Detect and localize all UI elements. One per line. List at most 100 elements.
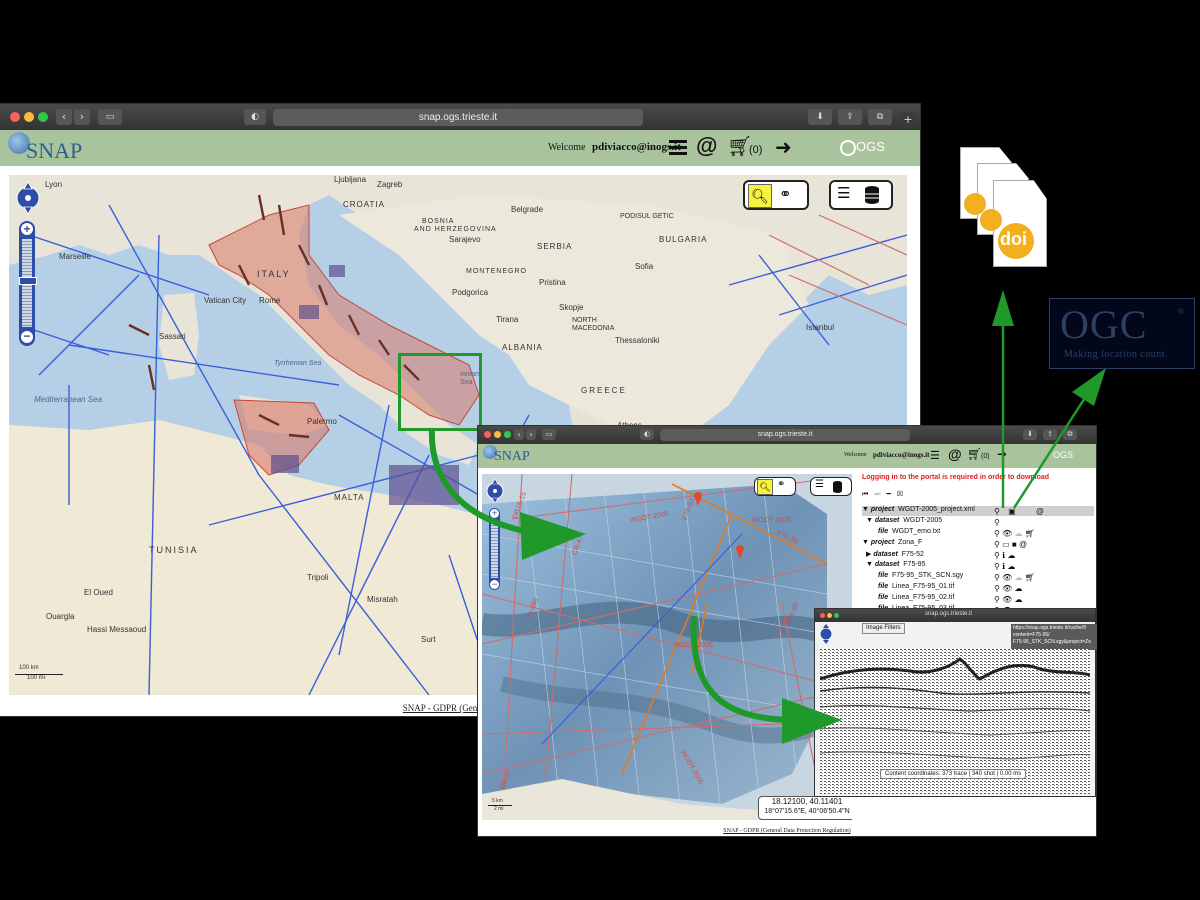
detail-forward-button[interactable]: ›	[526, 429, 536, 440]
sidebar-toggle-icon[interactable]: ▭	[98, 109, 122, 125]
detail-pan-control[interactable]	[486, 478, 504, 504]
view-icon[interactable]: 👁︎	[1002, 584, 1012, 593]
zoom-handle[interactable]	[19, 277, 37, 285]
new-tab-button[interactable]: +	[900, 112, 916, 128]
detail-zoom-slider[interactable]: + −	[489, 508, 500, 590]
locate-icon[interactable]: ⚲	[994, 529, 1000, 538]
detail-zoom-box-icon[interactable]: 🔍︎	[757, 479, 773, 495]
info-icon[interactable]: ℹ	[1002, 562, 1005, 571]
detail-database-icon[interactable]	[833, 480, 842, 493]
detail-logout-icon[interactable]: ➜	[997, 447, 1007, 461]
forward-button[interactable]: ›	[74, 109, 90, 125]
view-icon[interactable]: 👁︎	[1002, 529, 1012, 538]
detail-binoculars-icon[interactable]: ⚭	[777, 479, 785, 490]
minus-icon[interactable]: ━	[887, 491, 891, 498]
zoom-slider[interactable]: + −	[19, 221, 37, 346]
detail-tabs-icon[interactable]: ⧉	[1063, 429, 1077, 440]
detail-sidebar-icon[interactable]: ▭	[542, 429, 556, 440]
map-tools-group: 🔍︎ ⚭	[743, 180, 809, 210]
privacy-shield-icon[interactable]: ◐	[244, 109, 266, 125]
share-icon[interactable]: ⇪	[838, 109, 862, 125]
map-label-surt: Surt	[421, 635, 436, 644]
download-icon[interactable]: ⬇	[808, 109, 832, 125]
map-label-hassi: Hassi Messaoud	[87, 625, 147, 634]
detail-download-icon[interactable]: ⬇	[1023, 429, 1037, 440]
locate-icon[interactable]: ⚲	[994, 518, 1000, 527]
binoculars-icon[interactable]: ⚭	[779, 185, 792, 203]
database-icon[interactable]	[865, 186, 879, 204]
zoom-out-button[interactable]: −	[21, 330, 33, 343]
bathymetry-map[interactable]: WGDT-2005 WGDT-2005 F75-30 F75-80 D-496 …	[482, 474, 852, 820]
detail-share-icon[interactable]: ⇪	[1043, 429, 1057, 440]
detail-address-bar[interactable]: snap.ogs.trieste.it	[660, 429, 910, 441]
detail-maximize-button[interactable]	[504, 431, 511, 438]
logout-icon[interactable]: ➜	[775, 135, 792, 160]
map-label-podgorica: Podgorica	[452, 288, 489, 297]
map-label-rome: Rome	[259, 296, 281, 305]
map-label-croatia: CROATIA	[343, 200, 385, 209]
detail-minimize-button[interactable]	[494, 431, 501, 438]
locate-icon[interactable]: ⚲	[994, 595, 1000, 604]
cloud-download-icon[interactable]: ☁	[1007, 551, 1015, 560]
metadata-icon[interactable]: ▣	[1008, 507, 1016, 516]
map-label-north-macedonia: NORTH MACEDONIA	[572, 317, 615, 332]
detail-layer-list-icon[interactable]: ☰	[815, 479, 824, 490]
cart-add-icon[interactable]: 🛒︎	[1025, 573, 1035, 582]
locate-icon[interactable]: ⚲	[994, 584, 1000, 593]
maximize-window-button[interactable]	[38, 112, 48, 122]
detail-scale-bar: 5 km 2 mi	[488, 798, 518, 814]
seismic-maximize-button[interactable]	[834, 613, 839, 618]
zoom-box-icon[interactable]: 🔍︎	[748, 184, 772, 208]
tree-name: F75-52	[901, 551, 924, 558]
close-window-button[interactable]	[10, 112, 20, 122]
view-icon[interactable]: 👁︎	[1002, 573, 1012, 582]
cloud-download-icon[interactable]: ☁	[1014, 584, 1022, 593]
collapse-all-icon[interactable]: ⏮	[862, 491, 868, 498]
detail-email-icon[interactable]: @	[948, 446, 962, 462]
locate-icon[interactable]: ⚲	[994, 562, 1000, 571]
detail-zoom-out-button[interactable]: −	[490, 580, 499, 589]
cloud-icon[interactable]: ☁	[1014, 573, 1022, 582]
detail-footer-link[interactable]: SNAP - GDPR (General Data Protection Reg…	[478, 826, 1096, 836]
seismic-section[interactable]: Content coordinates: 373 trace | 340 sho…	[820, 649, 1090, 794]
minimize-window-button[interactable]	[24, 112, 34, 122]
detail-zoom-track[interactable]	[491, 520, 498, 578]
detail-shield-icon[interactable]: ◐	[640, 429, 654, 440]
cloud-download-icon[interactable]: ☁	[1007, 562, 1015, 571]
pan-control[interactable]	[15, 180, 41, 216]
detail-menu-icon[interactable]: ☰	[930, 449, 940, 462]
zoom-in-button[interactable]: +	[21, 223, 33, 235]
email-icon[interactable]: @	[696, 133, 717, 159]
cloud-download-icon[interactable]: ☁	[1014, 595, 1022, 604]
seismic-close-button[interactable]	[820, 613, 825, 618]
cloud-icon[interactable]: ☁	[1014, 529, 1022, 538]
view-icon[interactable]: 👁︎	[1002, 595, 1012, 604]
layer-list-icon[interactable]: ☰	[837, 184, 850, 202]
locate-icon[interactable]: ⚲	[994, 551, 1000, 560]
folder-icon[interactable]: ▭	[1002, 540, 1010, 549]
detail-close-button[interactable]	[484, 431, 491, 438]
user-email: pdiviacco@inogs.it	[592, 141, 681, 153]
seismic-minimize-button[interactable]	[827, 613, 832, 618]
menu-icon[interactable]	[669, 139, 687, 155]
detail-back-button[interactable]: ‹	[514, 429, 524, 440]
back-button[interactable]: ‹	[56, 109, 72, 125]
step-icon[interactable]: ⏭	[874, 491, 880, 498]
close-all-icon[interactable]: ☒	[897, 491, 903, 498]
seismic-pan-control[interactable]	[819, 623, 833, 645]
detail-zoom-in-button[interactable]: +	[490, 509, 499, 518]
detail-cart-icon[interactable]: 🛒︎	[967, 447, 982, 461]
address-bar[interactable]: snap.ogs.trieste.it	[273, 109, 643, 126]
contact-icon[interactable]: @	[1019, 540, 1027, 549]
info-icon[interactable]: ℹ	[1002, 551, 1005, 560]
cart-add-icon[interactable]: 🛒︎	[1025, 529, 1035, 538]
ogc-logo-text: OGC	[1060, 302, 1148, 347]
image-filters-button[interactable]: Image Filters	[862, 623, 905, 634]
contact-icon[interactable]: @	[1036, 507, 1044, 516]
tabs-icon[interactable]: ⧉	[868, 109, 892, 125]
locate-icon[interactable]: ⚲	[994, 540, 1000, 549]
tree-type: file	[878, 572, 889, 579]
folder-icon[interactable]: ■	[1012, 540, 1017, 549]
locate-icon[interactable]: ⚲	[994, 507, 1000, 516]
locate-icon[interactable]: ⚲	[994, 573, 1000, 582]
